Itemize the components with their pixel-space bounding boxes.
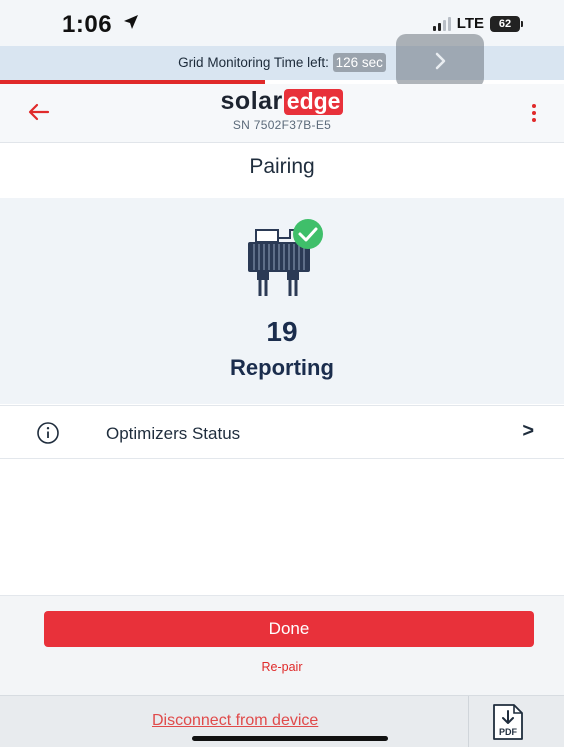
status-time: 1:06 <box>62 11 113 38</box>
time-left-value: 126 sec <box>332 53 386 72</box>
grid-monitoring-label: Grid Monitoring Time left: <box>178 55 333 70</box>
chevron-right-icon: > <box>522 420 534 442</box>
device-serial: SN 7502F37B-E5 <box>232 118 332 132</box>
page-title-bar: Pairing <box>0 143 564 198</box>
status-indicators: LTE 62 <box>432 15 523 32</box>
logo-edge-text: edge <box>283 89 344 115</box>
more-menu-icon[interactable] <box>532 104 536 122</box>
page-title: Pairing <box>249 155 315 178</box>
repair-link[interactable]: Re-pair <box>0 660 564 674</box>
reporting-label: Reporting <box>230 355 334 380</box>
pairing-summary: 19 Reporting <box>0 198 564 404</box>
location-arrow-icon <box>122 13 140 36</box>
optimizers-status-row[interactable]: Optimizers Status > <box>0 405 564 459</box>
actions-panel: Done Re-pair <box>0 595 564 695</box>
reporting-count: 19 <box>266 316 298 347</box>
disconnect-link[interactable]: Disconnect from device <box>152 712 318 730</box>
optimizers-status-label: Optimizers Status <box>106 424 241 443</box>
chevron-right-icon <box>435 52 446 70</box>
pdf-label: PDF <box>499 727 518 737</box>
logo-solar-text: solar <box>220 87 283 115</box>
app-header: solar edge SN 7502F37B-E5 <box>0 84 564 143</box>
floating-overlay-button[interactable] <box>396 34 484 88</box>
footer-divider <box>468 696 469 747</box>
home-indicator <box>192 736 388 741</box>
solaredge-logo: solar edge <box>0 87 564 116</box>
optimizer-check-icon <box>248 219 323 296</box>
pdf-download-icon[interactable]: PDF <box>488 702 528 742</box>
network-type: LTE <box>456 15 484 32</box>
signal-icon <box>432 16 451 31</box>
done-button[interactable]: Done <box>44 611 534 647</box>
battery-icon: 62 <box>490 15 523 32</box>
info-icon <box>37 422 59 444</box>
